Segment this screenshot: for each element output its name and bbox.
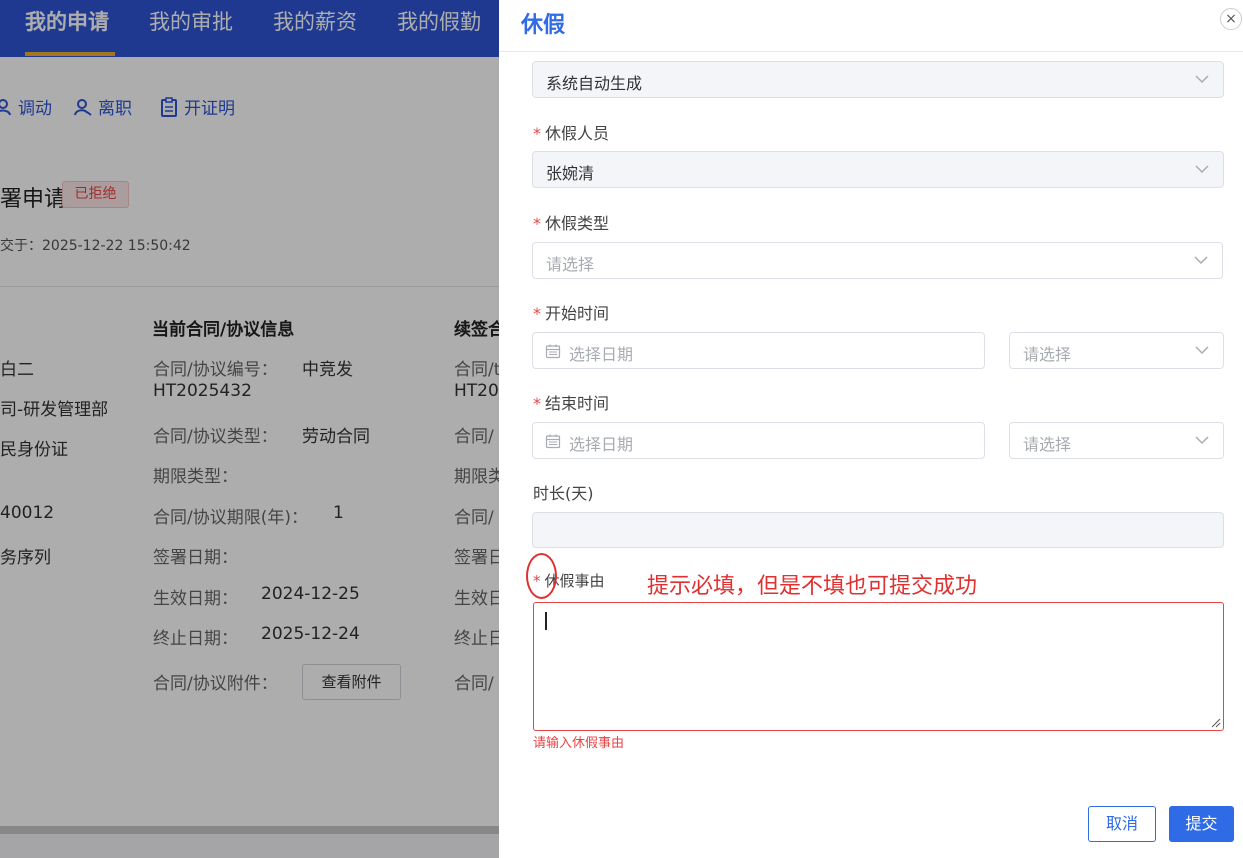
submit-button[interactable]: 提交 xyxy=(1169,806,1234,842)
close-icon[interactable]: × xyxy=(1220,8,1242,30)
person-label-text: 休假人员 xyxy=(545,124,610,143)
drawer-title: 休假 xyxy=(521,13,566,38)
end-period-placeholder: 请选择 xyxy=(1023,435,1072,454)
end-date-input[interactable]: 选择日期 xyxy=(532,422,985,459)
end-period-select[interactable]: 请选择 xyxy=(1009,422,1224,459)
start-date-input[interactable]: 选择日期 xyxy=(532,332,985,369)
leave-type-select[interactable]: 请选择 xyxy=(532,242,1223,279)
calendar-icon xyxy=(545,344,561,359)
end-date-placeholder: 选择日期 xyxy=(569,435,634,454)
code-value: 系统自动生成 xyxy=(546,74,643,93)
person-select[interactable]: 张婉清 xyxy=(532,151,1224,188)
resize-handle-icon[interactable] xyxy=(1211,718,1221,728)
chevron-down-icon xyxy=(1195,436,1209,445)
start-date-placeholder: 选择日期 xyxy=(569,345,634,364)
start-period-placeholder: 请选择 xyxy=(1023,345,1072,364)
cancel-button[interactable]: 取消 xyxy=(1088,806,1156,842)
leave-type-label-text: 休假类型 xyxy=(545,214,610,233)
required-mark: * xyxy=(533,394,541,413)
chevron-down-icon xyxy=(1195,75,1209,84)
leave-type-label: * 休假类型 xyxy=(533,210,609,234)
chevron-down-icon xyxy=(1195,346,1209,355)
reason-textarea[interactable] xyxy=(533,602,1224,731)
leave-type-placeholder: 请选择 xyxy=(546,255,595,274)
required-mark: * xyxy=(533,124,541,143)
end-time-label: * 结束时间 xyxy=(533,390,609,414)
start-period-select[interactable]: 请选择 xyxy=(1009,332,1224,369)
annotation-circle xyxy=(526,553,557,599)
reason-error-message: 请输入休假事由 xyxy=(533,736,625,751)
calendar-icon xyxy=(545,434,561,449)
required-mark: * xyxy=(533,214,541,233)
chevron-down-icon xyxy=(1194,256,1208,265)
chevron-down-icon xyxy=(1195,165,1209,174)
text-cursor xyxy=(545,612,547,630)
end-time-label-text: 结束时间 xyxy=(545,394,610,413)
annotation-text: 提示必填，但是不填也可提交成功 xyxy=(647,574,978,599)
start-time-label: * 开始时间 xyxy=(533,300,609,324)
required-mark: * xyxy=(533,304,541,323)
duration-label: 时长(天) xyxy=(533,484,594,503)
person-value: 张婉清 xyxy=(546,164,595,183)
drawer-header: 休假 × xyxy=(499,0,1243,52)
start-time-label-text: 开始时间 xyxy=(545,304,610,323)
person-label: * 休假人员 xyxy=(533,120,609,144)
duration-input[interactable] xyxy=(532,512,1224,548)
code-select[interactable]: 系统自动生成 xyxy=(532,61,1224,98)
leave-drawer: 休假 × 系统自动生成 * 休假人员 张婉清 * 休假类型 请选择 * 开始时间 选择… xyxy=(499,0,1243,858)
